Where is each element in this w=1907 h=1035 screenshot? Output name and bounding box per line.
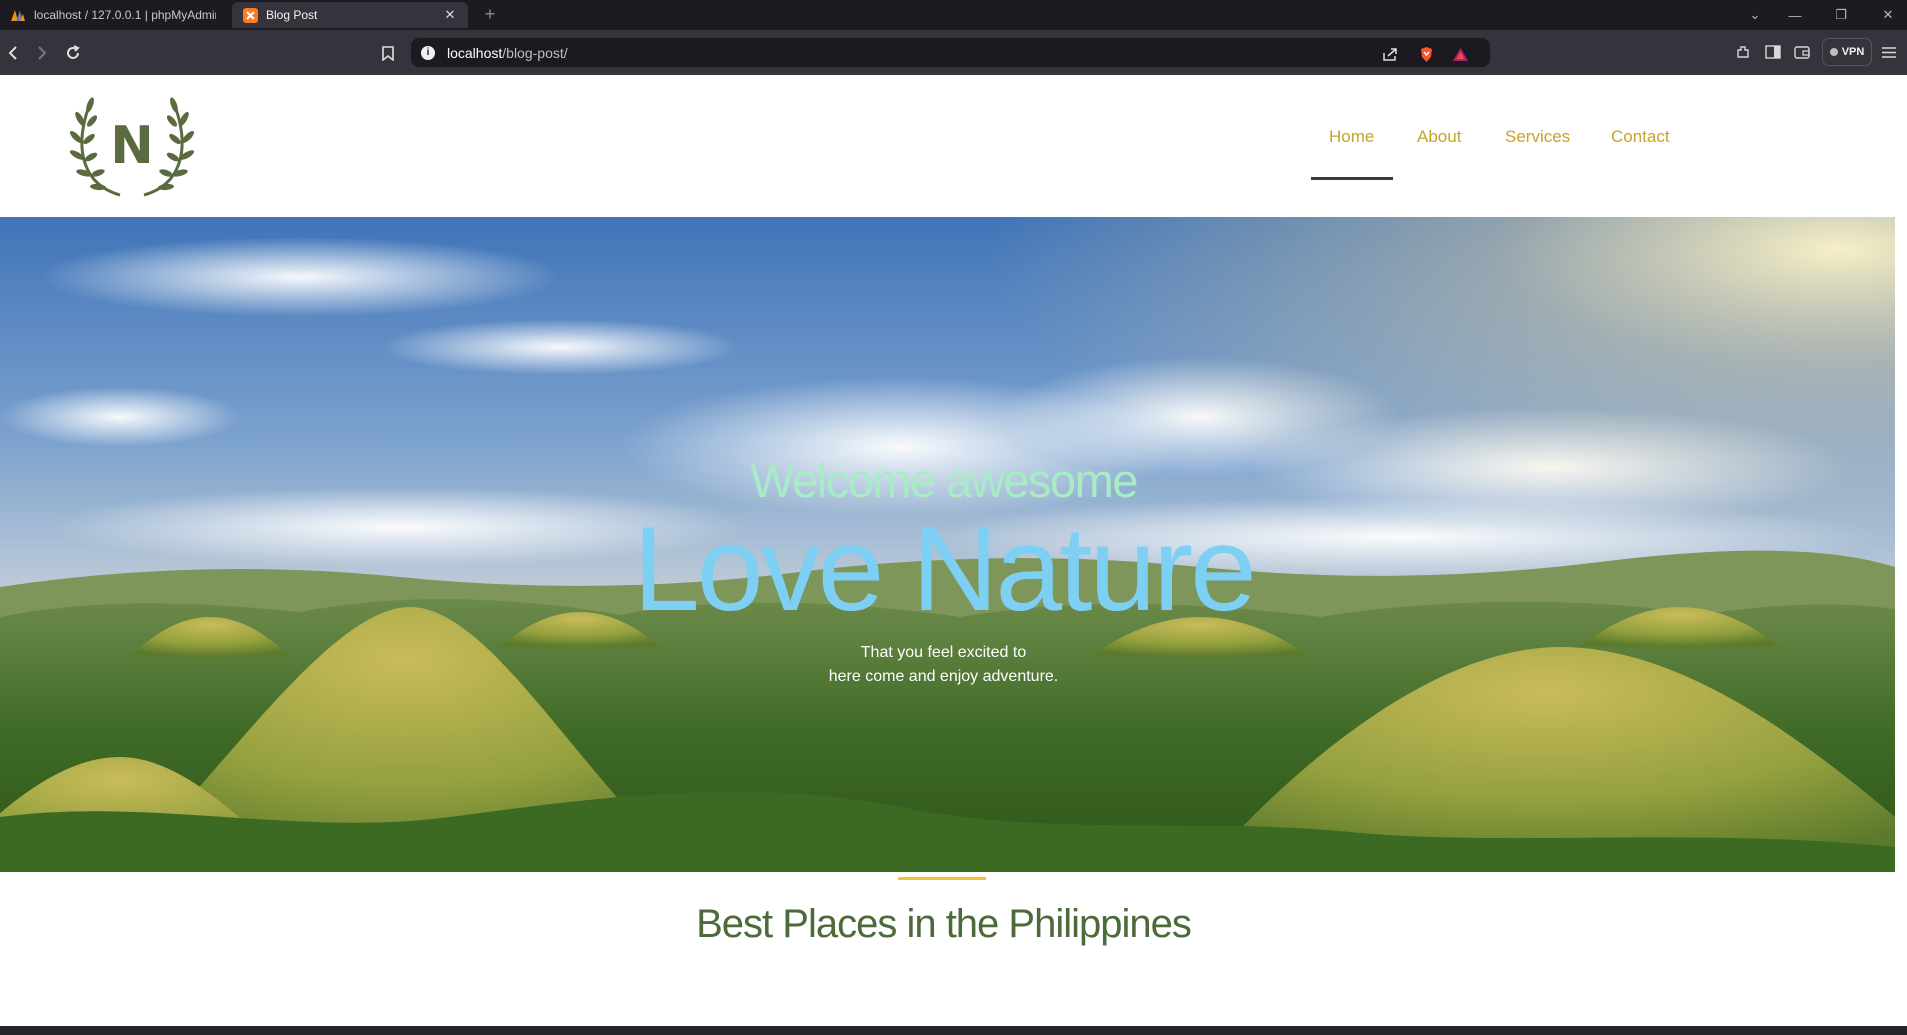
hero-description: That you feel excited to here come and e…: [0, 641, 1887, 689]
extensions-icon[interactable]: [1733, 42, 1753, 62]
restore-icon[interactable]: ❐: [1819, 0, 1863, 30]
url-path: /blog-post/: [502, 44, 568, 61]
nav-contact[interactable]: Contact: [1611, 127, 1670, 147]
tab-title: localhost / 127.0.0.1 | phpMyAdmin: [34, 8, 216, 22]
taskbar-strip: [0, 1026, 1907, 1035]
url-host: localhost: [447, 44, 503, 61]
wallet-icon[interactable]: [1792, 42, 1812, 62]
reload-icon[interactable]: [62, 42, 84, 64]
browser-toolbar: i localhost/blog-post/ VPN: [0, 30, 1907, 75]
web-page: N Home About Services Contact Welcome aw…: [0, 75, 1907, 1026]
vpn-status-dot: [1829, 48, 1838, 56]
nav-active-indicator: [1311, 177, 1393, 180]
bookmark-icon[interactable]: [377, 42, 399, 64]
vpn-label: VPN: [1841, 46, 1865, 58]
site-info-icon[interactable]: i: [421, 45, 435, 60]
section-divider: [898, 877, 986, 880]
hero-title: Love Nature: [633, 502, 1257, 636]
logo-letter: N: [110, 116, 154, 176]
browser-tab-bar: localhost / 127.0.0.1 | phpMyAdmin Blog …: [0, 0, 1907, 30]
new-tab-icon[interactable]: +: [480, 4, 500, 24]
address-bar[interactable]: i localhost/blog-post/: [411, 38, 1490, 67]
site-logo[interactable]: N: [68, 91, 196, 201]
phpmyadmin-icon: [10, 7, 26, 23]
browser-tab-phpmyadmin[interactable]: localhost / 127.0.0.1 | phpMyAdmin: [0, 2, 226, 28]
forward-icon[interactable]: [31, 42, 53, 64]
vpn-button[interactable]: VPN: [1822, 38, 1872, 66]
xampp-icon: [242, 7, 258, 23]
tab-search-chevron-icon[interactable]: ⌄: [1733, 0, 1777, 30]
tab-title: Blog Post: [266, 8, 318, 22]
hero-description-line-1: That you feel excited to: [860, 644, 1027, 661]
site-header: N Home About Services Contact: [0, 75, 1907, 217]
nav-services[interactable]: Services: [1505, 127, 1570, 147]
close-tab-icon[interactable]: ✕: [442, 7, 458, 23]
laurel-wreath-icon: N: [69, 97, 195, 197]
sidebar-icon[interactable]: [1763, 42, 1783, 62]
hero-banner: Welcome awesome Love Nature That you fee…: [0, 217, 1895, 872]
close-window-icon[interactable]: ✕: [1866, 0, 1907, 30]
browser-tab-blog-post[interactable]: Blog Post ✕: [232, 2, 468, 28]
menu-icon[interactable]: [1879, 42, 1899, 62]
brave-shields-icon[interactable]: [1417, 45, 1435, 63]
hero-description-line-2: here come and enjoy adventure.: [828, 668, 1059, 685]
section-title: Best Places in the Philippines: [696, 902, 1192, 946]
hero-subtitle: Welcome awesome: [750, 454, 1138, 507]
brave-rewards-icon[interactable]: [1451, 45, 1469, 63]
nav-about[interactable]: About: [1417, 127, 1461, 147]
share-icon[interactable]: [1381, 45, 1399, 63]
minimize-icon[interactable]: —: [1773, 0, 1817, 30]
back-icon[interactable]: [2, 42, 24, 64]
nav-home[interactable]: Home: [1329, 127, 1374, 147]
